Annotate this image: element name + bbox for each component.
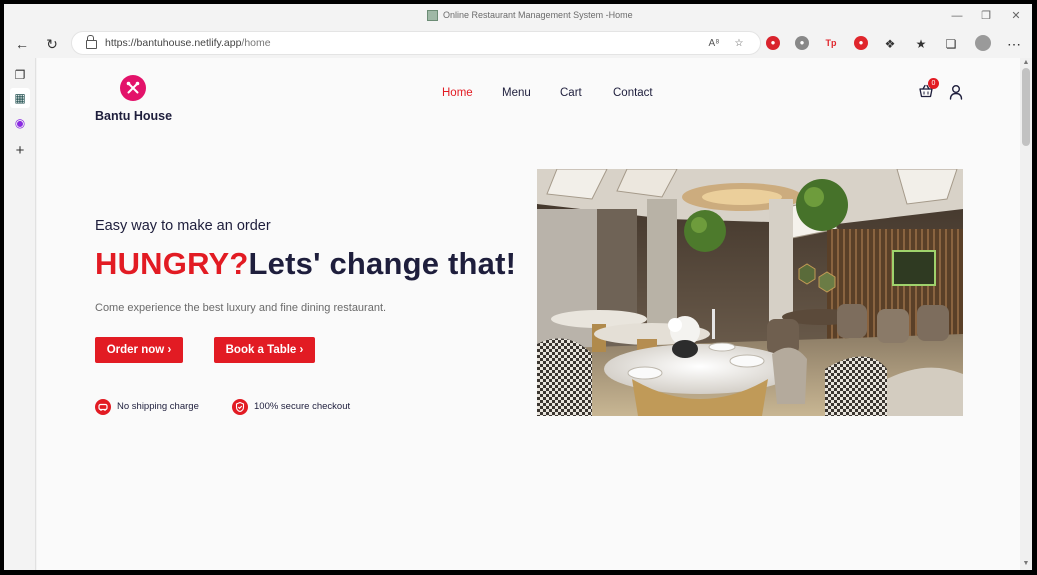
- nav-menu[interactable]: Menu: [502, 87, 531, 99]
- browser-window: Online Restaurant Management System -Hom…: [4, 4, 1032, 570]
- restore-icon[interactable]: ❐: [978, 8, 994, 24]
- logo-icon[interactable]: [120, 75, 146, 101]
- shield-check-icon: [232, 399, 248, 415]
- headline-hungry: HUNGRY?: [95, 246, 249, 281]
- chevron-right-icon: ›: [299, 344, 304, 356]
- collections-icon[interactable]: ❏: [941, 34, 961, 54]
- extensions-puzzle-icon[interactable]: ❖: [880, 34, 900, 54]
- favorites-icon[interactable]: ★: [911, 34, 931, 54]
- cart-count-badge: 0: [928, 78, 939, 89]
- nav-home[interactable]: Home: [442, 87, 473, 99]
- page-scrollbar[interactable]: ▲ ▼: [1020, 58, 1032, 570]
- page-viewport: Bantu House Home Menu Cart Contact 0 Eas…: [37, 58, 1020, 570]
- browser-sidebar: ❐ ▦ ◉ +: [4, 58, 36, 570]
- lock-icon: [86, 35, 97, 49]
- purple-extension-icon[interactable]: ◉: [10, 113, 30, 133]
- tab-actions-icon[interactable]: ❐: [10, 65, 30, 85]
- favorite-star-icon[interactable]: ☆: [731, 36, 747, 52]
- brand-name[interactable]: Bantu House: [95, 109, 172, 123]
- close-icon[interactable]: ✕: [1008, 8, 1024, 24]
- window-title: Online Restaurant Management System -Hom…: [443, 10, 633, 20]
- red-drop-icon[interactable]: ●: [854, 36, 868, 50]
- add-icon[interactable]: +: [10, 141, 30, 161]
- user-icon[interactable]: [949, 84, 963, 100]
- nav-cart[interactable]: Cart: [560, 87, 582, 99]
- active-tab-icon[interactable]: ▦: [10, 88, 30, 108]
- headline-change: Lets' change that!: [248, 246, 517, 281]
- scroll-down-icon[interactable]: ▼: [1022, 560, 1030, 567]
- back-arrow-icon[interactable]: ←: [12, 34, 32, 54]
- feature-secure-checkout: 100% secure checkout: [254, 401, 351, 412]
- site-favicon-icon: [427, 10, 438, 21]
- scroll-up-icon[interactable]: ▲: [1022, 59, 1030, 66]
- order-now-button[interactable]: Order now ›: [95, 337, 183, 363]
- minimize-icon[interactable]: —: [949, 8, 965, 24]
- restaurant-interior-image: [537, 169, 963, 416]
- url-path: /home: [241, 37, 271, 49]
- order-now-label: Order now: [106, 344, 165, 356]
- feature-no-shipping: No shipping charge: [117, 401, 199, 412]
- nav-contact[interactable]: Contact: [613, 87, 653, 99]
- hero-description: Come experience the best luxury and fine…: [95, 302, 387, 314]
- book-table-button[interactable]: Book a Table ›: [214, 337, 315, 363]
- hero-subtitle: Easy way to make an order: [95, 218, 271, 234]
- hero-headline: HUNGRY?Lets' change that!: [95, 246, 516, 282]
- chevron-right-icon: ›: [167, 344, 172, 356]
- browser-toolbar: ← ↻ https://bantuhouse.netlify.app/home …: [4, 28, 1032, 58]
- more-menu-icon[interactable]: ⋯: [1004, 34, 1024, 54]
- address-bar[interactable]: https://bantuhouse.netlify.app/home A⁸ ☆: [71, 31, 761, 55]
- tp-icon[interactable]: Tp: [824, 36, 838, 50]
- read-aloud-icon[interactable]: A⁸: [706, 36, 722, 52]
- scrollbar-thumb[interactable]: [1022, 68, 1030, 146]
- title-bar: Online Restaurant Management System -Hom…: [4, 4, 1032, 28]
- shield-grey-icon[interactable]: ●: [795, 36, 809, 50]
- car-icon: [95, 399, 111, 415]
- refresh-icon[interactable]: ↻: [42, 34, 62, 54]
- url-text[interactable]: https://bantuhouse.netlify.app/home: [105, 37, 271, 49]
- adblock-icon[interactable]: ●: [766, 36, 780, 50]
- book-table-label: Book a Table: [225, 344, 297, 356]
- profile-avatar[interactable]: [975, 35, 991, 51]
- url-host: https://bantuhouse.netlify.app: [105, 37, 242, 49]
